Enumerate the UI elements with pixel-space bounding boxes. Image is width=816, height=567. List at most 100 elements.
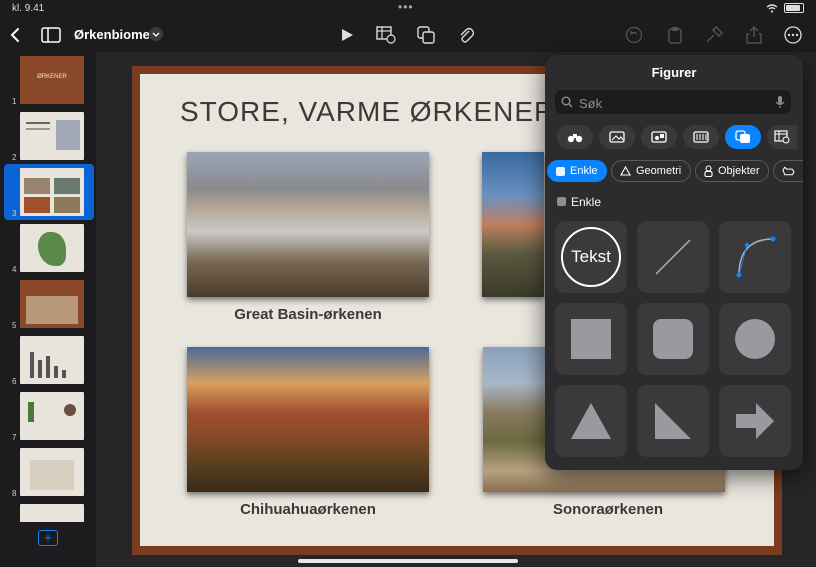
- slide-preview: [20, 504, 84, 522]
- shape-square[interactable]: [555, 303, 627, 375]
- slide-number: 1: [12, 97, 17, 106]
- slide-title[interactable]: STORE, VARME ØRKENER I N: [180, 96, 603, 128]
- popover-title: Figurer: [651, 65, 697, 80]
- caption-great-basin[interactable]: Great Basin-ørkenen: [187, 306, 429, 323]
- shape-line[interactable]: [637, 221, 709, 293]
- square-icon: [571, 319, 611, 359]
- chip-geometry[interactable]: Geometri: [611, 160, 691, 182]
- clipboard-icon[interactable]: [664, 24, 686, 46]
- media-icon: [651, 131, 667, 143]
- triangle-icon: [571, 403, 611, 439]
- battery-icon: [784, 3, 804, 13]
- slide-number: 4: [12, 265, 17, 274]
- caption-sonora[interactable]: Sonoraørkenen: [483, 501, 733, 518]
- square-icon: [556, 166, 565, 176]
- shapes-popover: Figurer Enkle Geometri Objekter Enkle: [545, 55, 803, 470]
- photo-icon: [609, 131, 625, 143]
- text-shape-circle: Tekst: [561, 227, 621, 287]
- section-square-icon: [557, 197, 566, 206]
- chip-label: Objekter: [718, 165, 760, 177]
- shape-right-triangle[interactable]: [637, 385, 709, 457]
- shapes-icon: [735, 130, 750, 143]
- slide-number: 7: [12, 433, 17, 442]
- title-menu-chevron-icon[interactable]: [149, 27, 163, 41]
- slide-preview: [20, 224, 84, 272]
- microphone-icon[interactable]: [775, 95, 785, 109]
- undo-icon[interactable]: [623, 24, 645, 46]
- shape-text[interactable]: Tekst: [555, 221, 627, 293]
- caption-chihuahua[interactable]: Chihuahuaørkenen: [187, 501, 429, 518]
- curve-icon: [736, 236, 776, 278]
- back-chevron-icon[interactable]: [4, 24, 26, 46]
- category-pattern[interactable]: [683, 125, 719, 149]
- object-icon: [704, 165, 713, 177]
- slide-preview: [20, 448, 84, 496]
- slide-number: 5: [12, 321, 17, 330]
- slide-thumbnail[interactable]: 8: [4, 444, 94, 500]
- text-shape-label: Tekst: [571, 247, 611, 266]
- slide-thumbnail[interactable]: 6: [4, 332, 94, 388]
- chip-label: Enkle: [570, 165, 598, 177]
- right-triangle-icon: [655, 403, 691, 439]
- shape-search[interactable]: [555, 90, 791, 114]
- table-icon: [774, 130, 790, 144]
- category-binoculars[interactable]: [557, 125, 593, 149]
- more-icon[interactable]: [782, 24, 804, 46]
- multitask-dots-icon[interactable]: •••: [398, 0, 414, 14]
- photo-great-basin[interactable]: [187, 152, 429, 297]
- slide-thumbnail-selected[interactable]: 3: [4, 164, 94, 220]
- slide-thumbnail[interactable]: 4: [4, 220, 94, 276]
- category-media[interactable]: [641, 125, 677, 149]
- search-input[interactable]: [577, 93, 771, 113]
- add-slide-button[interactable]: +: [38, 530, 58, 546]
- slide-thumbnail[interactable]: ØRKENER 1: [4, 52, 94, 108]
- chip-basic[interactable]: Enkle: [547, 160, 607, 182]
- category-table[interactable]: [767, 125, 797, 149]
- pattern-icon: [693, 131, 709, 143]
- triangle-outline-icon: [620, 166, 631, 176]
- photo-chihuahua[interactable]: [187, 347, 429, 492]
- slide-thumbnail[interactable]: 7: [4, 388, 94, 444]
- format-brush-icon[interactable]: [703, 24, 725, 46]
- toolbar: Ørkenbiomet: [0, 18, 816, 52]
- slide-preview: [20, 280, 84, 328]
- slide-thumbnail[interactable]: [4, 500, 94, 522]
- shape-curve[interactable]: [719, 221, 791, 293]
- shape-rounded-square[interactable]: [637, 303, 709, 375]
- table-icon[interactable]: [375, 24, 397, 46]
- slide-thumbnail[interactable]: 5: [4, 276, 94, 332]
- binoculars-icon: [567, 134, 583, 143]
- slide-preview: [20, 336, 84, 384]
- sidebar-toggle-icon[interactable]: [40, 24, 62, 46]
- shapes-icon[interactable]: [416, 24, 438, 46]
- line-icon: [655, 239, 691, 275]
- slide-preview: [20, 168, 84, 216]
- category-photos[interactable]: [599, 125, 635, 149]
- slide-thumbnail[interactable]: 2: [4, 108, 94, 164]
- arrow-icon: [736, 403, 774, 439]
- shape-circle[interactable]: [719, 303, 791, 375]
- slide-navigator: ØRKENER 1 2 3 4 5 6 7 8 +: [0, 52, 96, 567]
- home-indicator[interactable]: [298, 559, 518, 563]
- slide-number: 6: [12, 377, 17, 386]
- slide-preview: [20, 112, 84, 160]
- slide-number: 2: [12, 153, 17, 162]
- shape-triangle[interactable]: [555, 385, 627, 457]
- chip-label: Geometri: [636, 165, 682, 177]
- document-title[interactable]: Ørkenbiomet: [74, 27, 154, 42]
- share-icon[interactable]: [743, 24, 765, 46]
- category-shapes[interactable]: [725, 125, 761, 149]
- play-icon[interactable]: [336, 24, 358, 46]
- chip-objects[interactable]: Objekter: [695, 160, 769, 182]
- chip-animals[interactable]: [773, 160, 803, 182]
- shape-arrow[interactable]: [719, 385, 791, 457]
- paperclip-icon[interactable]: [455, 24, 477, 46]
- circle-icon: [735, 319, 775, 359]
- status-bar: kl. 9.41 •••: [0, 0, 816, 18]
- photo-desert-2[interactable]: [482, 152, 544, 297]
- wifi-icon: [766, 3, 778, 13]
- slide-preview: ØRKENER: [20, 56, 84, 104]
- slide-number: 3: [12, 209, 17, 218]
- status-icons: [766, 3, 804, 13]
- slide-number: 8: [12, 489, 17, 498]
